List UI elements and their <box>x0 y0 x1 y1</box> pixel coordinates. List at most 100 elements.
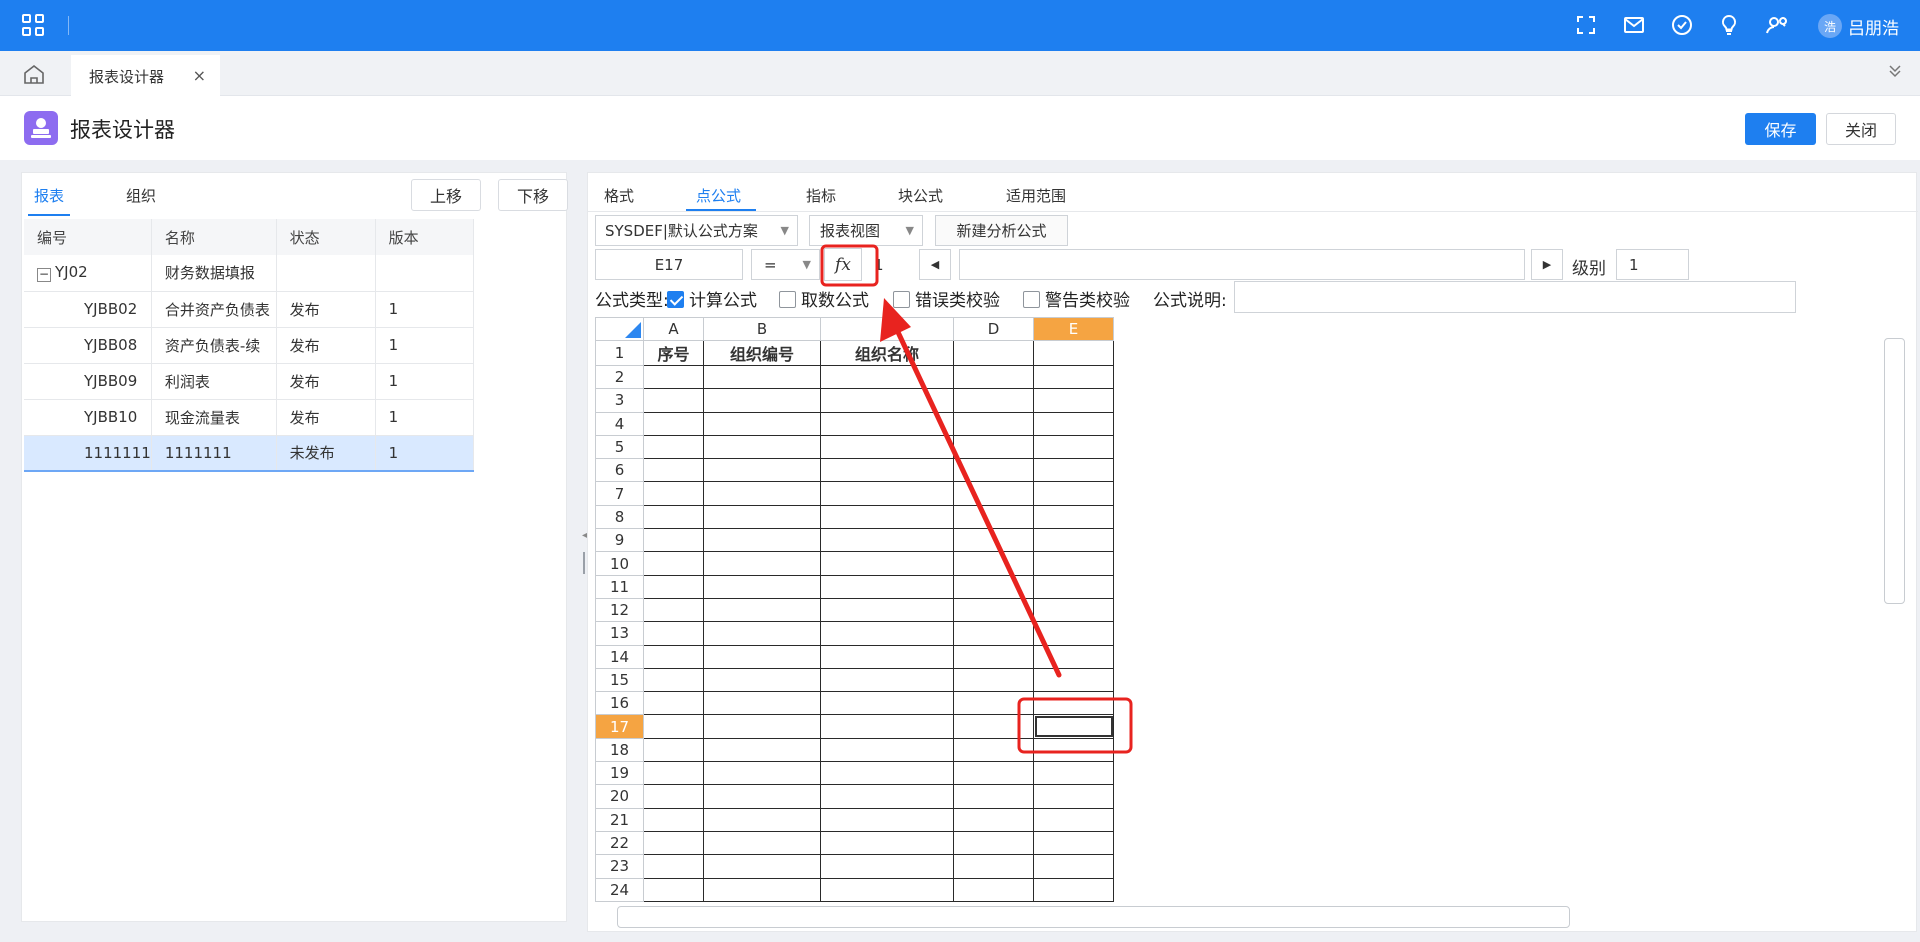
row-header[interactable]: 13 <box>595 621 644 646</box>
fx-button[interactable]: fx <box>824 248 862 281</box>
close-button[interactable]: 关闭 <box>1826 113 1896 145</box>
warning-check-checkbox[interactable]: 警告类校验 <box>1023 286 1130 311</box>
sheet-cell[interactable] <box>643 807 704 832</box>
tab-format[interactable]: 格式 <box>604 185 634 206</box>
sheet-cell[interactable] <box>820 737 954 763</box>
sheet-cell[interactable] <box>1033 854 1114 879</box>
sheet-cell[interactable] <box>820 830 954 856</box>
sheet-cell[interactable] <box>643 504 704 530</box>
sheet-cell[interactable] <box>703 621 821 646</box>
sheet-cell[interactable] <box>953 364 1034 390</box>
spreadsheet-grid[interactable]: A B C D E 1 序号 组织编号 组织名称 2 3 4 5 6 7 8 9 10 11 12 13 14 1… <box>595 317 1114 902</box>
sheet-cell[interactable] <box>643 644 704 669</box>
table-row-group[interactable]: − YJ02 财务数据填报 <box>24 255 475 292</box>
sheet-cell[interactable] <box>1033 434 1114 460</box>
selected-cell[interactable] <box>1033 714 1114 739</box>
home-icon[interactable] <box>22 63 46 85</box>
sheet-cell[interactable] <box>643 411 704 436</box>
sheet-cell[interactable] <box>703 691 821 716</box>
prev-arrow-button[interactable]: ◀ <box>919 249 951 280</box>
sheet-cell[interactable] <box>820 691 954 716</box>
sheet-cell[interactable] <box>643 854 704 879</box>
sheet-cell[interactable] <box>953 551 1034 576</box>
sheet-cell[interactable] <box>820 877 954 902</box>
cell-reference-field[interactable]: E17 <box>595 249 743 280</box>
sheet-cell[interactable] <box>643 481 704 506</box>
apps-grid-icon[interactable] <box>22 14 44 36</box>
row-header[interactable]: 12 <box>595 597 644 623</box>
sheet-cell[interactable] <box>1033 830 1114 856</box>
sheet-cell[interactable] <box>820 458 954 483</box>
sheet-cell[interactable] <box>703 551 821 576</box>
move-up-button[interactable]: 上移 <box>411 179 481 211</box>
sheet-cell[interactable] <box>1033 737 1114 763</box>
sheet-cell[interactable] <box>703 854 821 879</box>
sheet-cell[interactable] <box>703 388 821 413</box>
sheet-cell[interactable] <box>820 481 954 506</box>
sheet-cell[interactable] <box>703 528 821 553</box>
row-header[interactable]: 18 <box>595 737 644 763</box>
check-circle-icon[interactable] <box>1670 13 1694 37</box>
sheet-cell[interactable] <box>953 388 1034 413</box>
sheet-cell[interactable] <box>953 434 1034 460</box>
row-header[interactable]: 14 <box>595 644 644 669</box>
tab-report-designer[interactable]: 报表设计器 × <box>71 55 220 96</box>
sheet-cell[interactable] <box>643 528 704 553</box>
sheet-cell[interactable] <box>953 458 1034 483</box>
sheet-cell[interactable] <box>643 877 704 902</box>
sheet-cell[interactable] <box>643 364 704 390</box>
close-icon[interactable]: × <box>193 66 206 85</box>
table-row[interactable]: YJBB08 资产负债表-续 发布 1 <box>24 327 475 364</box>
row-header[interactable]: 1 <box>595 340 644 366</box>
sheet-cell[interactable] <box>1033 458 1114 483</box>
sheet-cell[interactable] <box>820 388 954 413</box>
sheet-cell[interactable] <box>820 644 954 669</box>
row-header[interactable]: 9 <box>595 528 644 553</box>
sheet-cell[interactable] <box>1033 597 1114 623</box>
sheet-cell[interactable] <box>820 364 954 390</box>
tab-scope[interactable]: 适用范围 <box>1006 185 1066 206</box>
sheet-cell[interactable] <box>703 458 821 483</box>
sheet-cell[interactable] <box>820 597 954 623</box>
row-header[interactable]: 7 <box>595 481 644 506</box>
sheet-cell[interactable] <box>820 761 954 786</box>
sheet-cell[interactable] <box>1033 784 1114 809</box>
sheet-cell[interactable] <box>643 597 704 623</box>
collapse-toggle-icon[interactable]: − <box>37 268 51 283</box>
sheet-cell[interactable] <box>1033 667 1114 693</box>
chevron-double-down-icon[interactable] <box>1888 63 1902 79</box>
checkbox-icon[interactable] <box>1023 291 1040 308</box>
row-header[interactable]: 4 <box>595 411 644 436</box>
sheet-cell[interactable] <box>953 830 1034 856</box>
sheet-cell[interactable] <box>953 737 1034 763</box>
sheet-cell[interactable] <box>953 807 1034 832</box>
sheet-cell[interactable] <box>703 761 821 786</box>
sheet-cell[interactable] <box>1033 644 1114 669</box>
mail-icon[interactable] <box>1622 13 1646 37</box>
column-header-code[interactable]: 编号 <box>24 219 152 255</box>
horizontal-scrollbar[interactable] <box>617 906 1570 928</box>
row-header[interactable]: 16 <box>595 691 644 716</box>
sheet-cell[interactable] <box>643 830 704 856</box>
fetch-formula-checkbox[interactable]: 取数公式 <box>779 286 869 311</box>
sheet-cell[interactable] <box>1033 340 1114 366</box>
sheet-cell[interactable] <box>703 877 821 902</box>
column-header-version[interactable]: 版本 <box>375 219 475 255</box>
sheet-cell[interactable] <box>1033 411 1114 436</box>
column-header[interactable]: B <box>703 317 821 341</box>
sheet-cell[interactable] <box>953 667 1034 693</box>
formula-desc-input[interactable] <box>1234 281 1796 313</box>
sheet-cell[interactable] <box>953 597 1034 623</box>
sheet-cell[interactable] <box>820 714 954 739</box>
sheet-cell[interactable] <box>953 504 1034 530</box>
row-header[interactable]: 24 <box>595 877 644 902</box>
sheet-cell[interactable] <box>643 784 704 809</box>
sheet-cell[interactable] <box>953 691 1034 716</box>
user-menu[interactable]: 浩 吕朋浩 <box>1818 13 1899 39</box>
next-arrow-button[interactable]: ▶ <box>1531 249 1563 280</box>
sheet-cell[interactable]: 组织名称 <box>820 340 954 366</box>
row-header[interactable]: 17 <box>595 714 644 739</box>
row-header[interactable]: 23 <box>595 854 644 879</box>
table-row[interactable]: YJBB10 现金流量表 发布 1 <box>24 399 475 436</box>
row-header[interactable]: 22 <box>595 830 644 856</box>
